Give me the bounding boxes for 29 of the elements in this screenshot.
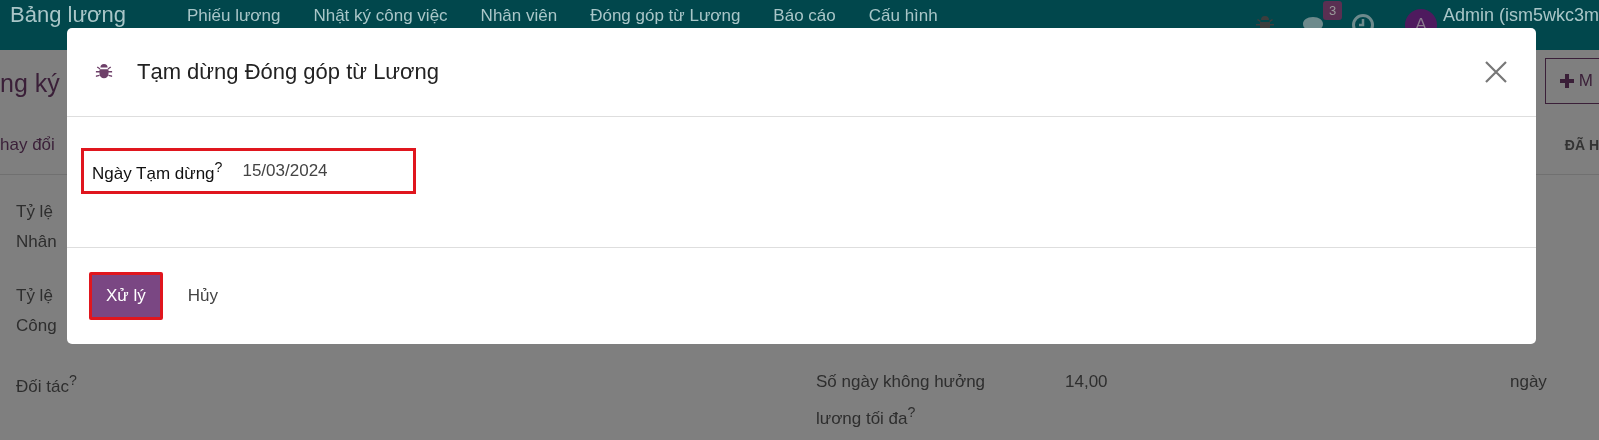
- action-label[interactable]: hay đổi: [0, 135, 55, 155]
- user-name[interactable]: Admin (ism5wkc3m: [1442, 5, 1599, 26]
- app-title[interactable]: Bảng lương: [0, 3, 187, 27]
- field-label: Nhân: [16, 231, 57, 253]
- new-button[interactable]: M: [1544, 58, 1599, 104]
- close-icon[interactable]: [1484, 60, 1508, 84]
- field-label: Đối tác$^{?}$: [16, 371, 77, 398]
- field-value: 14,00: [1065, 371, 1109, 393]
- menu-item[interactable]: Nhân viên: [480, 6, 558, 26]
- menu-item[interactable]: Nhật ký công việc: [313, 6, 448, 26]
- unit-label: ngày: [1510, 371, 1547, 393]
- dialog-title: Tạm dừng Đóng góp từ Lương: [137, 59, 439, 85]
- status-step[interactable]: ĐÃ H: [1564, 137, 1599, 153]
- bug-icon[interactable]: [95, 63, 113, 81]
- breadcrumb[interactable]: ng ký: [0, 68, 60, 98]
- date-input[interactable]: 15/03/2024: [242, 161, 373, 181]
- field-label: Số ngày không hưởng lương tối đa$^{?}$: [816, 371, 987, 430]
- field-label: Tỷ lệ: [16, 285, 53, 307]
- message-count-badge: 3: [1322, 1, 1343, 20]
- plus-icon: [1559, 74, 1574, 88]
- field-label: Công: [16, 315, 57, 337]
- menu-item[interactable]: Cấu hình: [868, 6, 938, 26]
- menu-item[interactable]: Đóng góp từ Lương: [590, 6, 741, 26]
- menu-item[interactable]: Phiếu lương: [187, 6, 281, 26]
- field-label: Tỷ lệ: [16, 201, 53, 223]
- menu-item[interactable]: Báo cáo: [773, 6, 836, 26]
- cancel-button[interactable]: Hủy: [170, 272, 235, 320]
- confirm-button[interactable]: Xử lý: [89, 272, 163, 320]
- field-label: Ngày Tạm dừng$^{?}$: [92, 158, 223, 184]
